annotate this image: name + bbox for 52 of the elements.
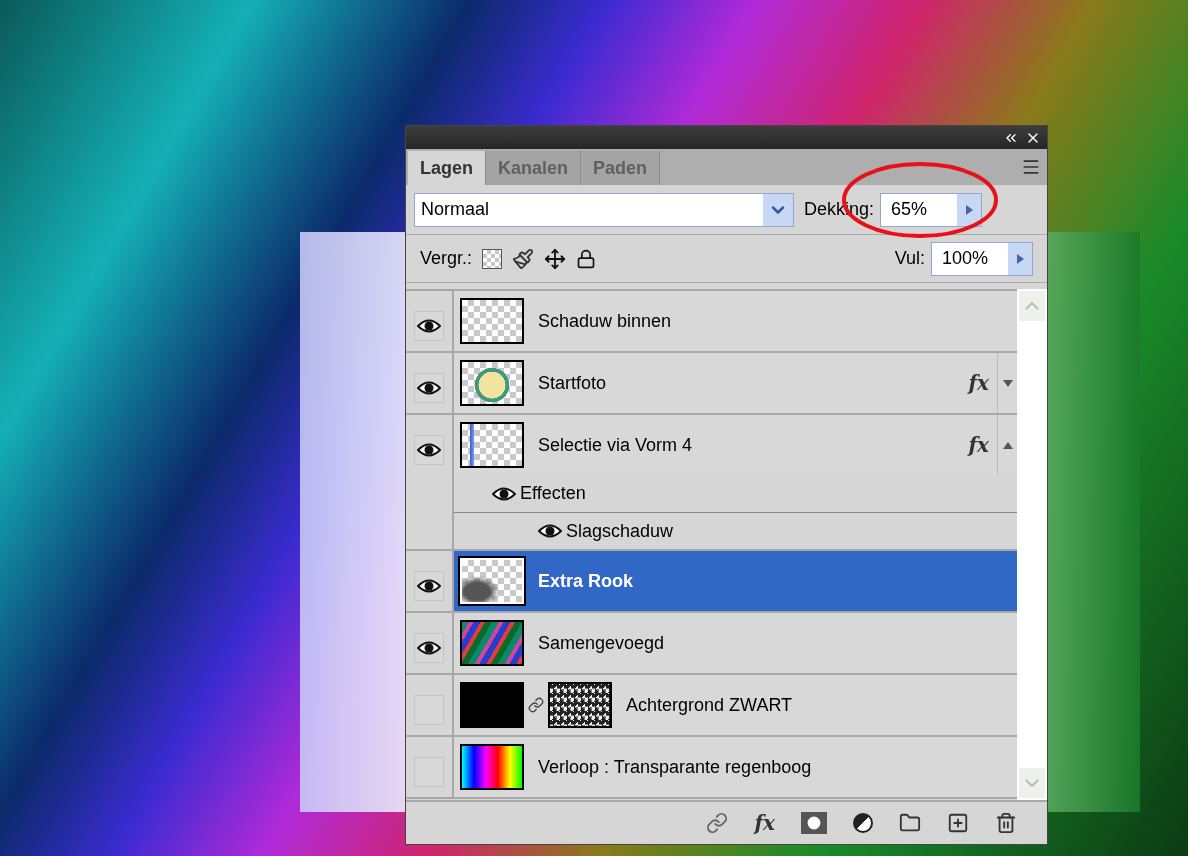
lock-label: Vergr.: xyxy=(420,247,473,270)
layer-thumbnail xyxy=(460,360,524,406)
opacity-field[interactable]: 65% xyxy=(880,192,983,227)
visibility-toggle[interactable] xyxy=(414,633,444,663)
eye-icon xyxy=(417,640,441,656)
layer-row[interactable]: Extra Rook xyxy=(454,551,1017,611)
lock-icon[interactable] xyxy=(576,248,597,269)
layer-name: Schaduw binnen xyxy=(538,309,672,333)
visibility-toggle[interactable] xyxy=(414,311,444,341)
link-icon[interactable] xyxy=(706,812,729,834)
slider-arrow-icon[interactable] xyxy=(1016,253,1024,264)
add-style-button[interactable]: fx xyxy=(754,808,775,838)
layer-thumbnail xyxy=(460,682,524,728)
new-layer-icon[interactable] xyxy=(947,812,969,834)
layer-name: Samengevoegd xyxy=(538,631,665,655)
layer-thumbnail xyxy=(460,620,524,666)
effect-name[interactable]: Slagschaduw xyxy=(566,517,674,545)
panel-tab[interactable]: Lagen xyxy=(408,151,486,185)
trash-icon[interactable] xyxy=(995,812,1017,834)
expand-arrow-icon[interactable] xyxy=(1002,379,1013,387)
layer-thumbnail xyxy=(460,558,524,604)
collapse-arrow-icon[interactable] xyxy=(1002,441,1013,449)
mask-icon[interactable] xyxy=(801,812,827,834)
blend-mode-dropdown[interactable]: Normaal xyxy=(414,192,794,227)
layer-name: Selectie via Vorm 4 xyxy=(538,433,693,457)
eye-icon xyxy=(417,442,441,458)
layer-name: Achtergrond ZWART xyxy=(626,693,793,717)
fill-field[interactable]: 100% xyxy=(931,241,1033,276)
effects-label: fx xyxy=(968,432,989,459)
folder-icon[interactable] xyxy=(899,812,921,834)
visibility-toggle[interactable] xyxy=(414,435,444,465)
eye-icon xyxy=(417,318,441,334)
effect-name[interactable]: Effecten xyxy=(520,480,586,507)
eye-icon xyxy=(417,578,441,594)
effects-label: fx xyxy=(968,370,989,397)
layer-thumbnail xyxy=(460,744,524,790)
layer-name: Verloop : Transparante regenboog xyxy=(538,755,812,779)
move-icon[interactable] xyxy=(544,247,567,270)
layer-name: Extra Rook xyxy=(538,569,634,593)
slider-arrow-icon[interactable] xyxy=(965,204,973,215)
mask-thumbnail xyxy=(548,682,612,728)
layer-name: Startfoto xyxy=(538,371,607,395)
brush-icon[interactable] xyxy=(512,247,535,270)
fill-label: Vul: xyxy=(894,247,925,270)
visibility-toggle[interactable] xyxy=(414,373,444,403)
adjustment-icon[interactable] xyxy=(853,813,873,833)
layer-thumbnail xyxy=(460,422,524,468)
panel-menu-icon[interactable] xyxy=(1021,157,1041,177)
visibility-toggle[interactable] xyxy=(414,571,444,601)
lock-transparency-icon[interactable] xyxy=(482,248,503,269)
layer-thumbnail xyxy=(460,298,524,344)
eye-icon xyxy=(417,380,441,396)
